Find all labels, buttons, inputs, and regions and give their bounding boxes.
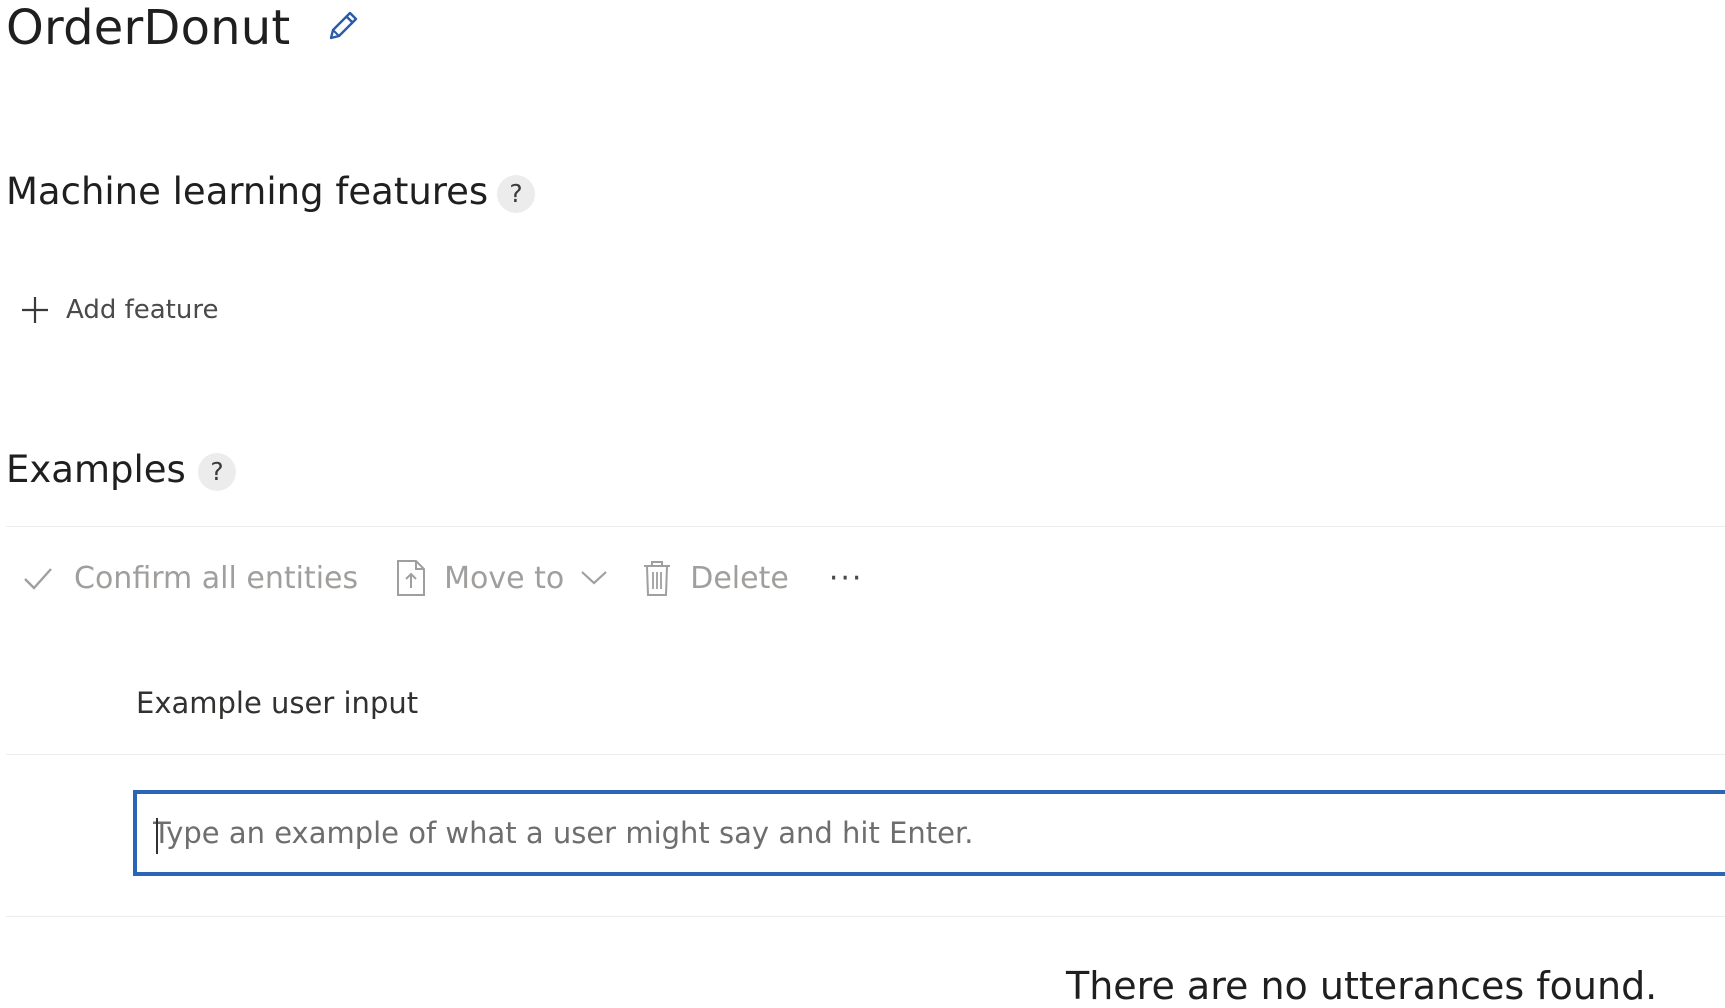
intent-title: OrderDonut xyxy=(6,0,291,56)
ml-features-heading: Machine learning features xyxy=(6,170,489,213)
move-to-button[interactable]: Move to xyxy=(394,558,608,598)
more-options-icon: ··· xyxy=(828,560,864,596)
add-feature-button[interactable]: Add feature xyxy=(20,290,218,330)
examples-toolbar: Confirm all entities Move to Delete ··· xyxy=(22,556,863,600)
utterance-input[interactable] xyxy=(137,794,1725,872)
checkmark-icon xyxy=(22,563,54,593)
chevron-down-icon xyxy=(580,568,608,588)
examples-heading: Examples xyxy=(6,448,186,491)
confirm-all-entities-button[interactable]: Confirm all entities xyxy=(22,561,358,596)
move-document-icon xyxy=(394,558,428,598)
utterance-input-container xyxy=(133,790,1725,876)
input-row-divider xyxy=(6,916,1725,917)
trash-icon xyxy=(642,559,672,597)
move-to-label: Move to xyxy=(444,560,565,596)
text-caret xyxy=(156,818,158,854)
no-utterances-message: There are no utterances found. xyxy=(1066,964,1658,1008)
example-user-input-column-header: Example user input xyxy=(136,686,419,720)
ml-features-help-button[interactable]: ? xyxy=(497,175,535,213)
delete-button[interactable]: Delete xyxy=(642,559,789,597)
examples-help-button[interactable]: ? xyxy=(198,453,236,491)
add-feature-label: Add feature xyxy=(66,295,219,325)
more-options-button[interactable]: ··· xyxy=(829,561,864,596)
delete-label: Delete xyxy=(690,560,789,596)
examples-divider xyxy=(6,526,1725,527)
column-header-divider xyxy=(6,754,1725,755)
confirm-all-entities-label: Confirm all entities xyxy=(74,560,359,596)
edit-pencil-icon[interactable] xyxy=(323,6,363,46)
plus-icon xyxy=(20,295,50,325)
